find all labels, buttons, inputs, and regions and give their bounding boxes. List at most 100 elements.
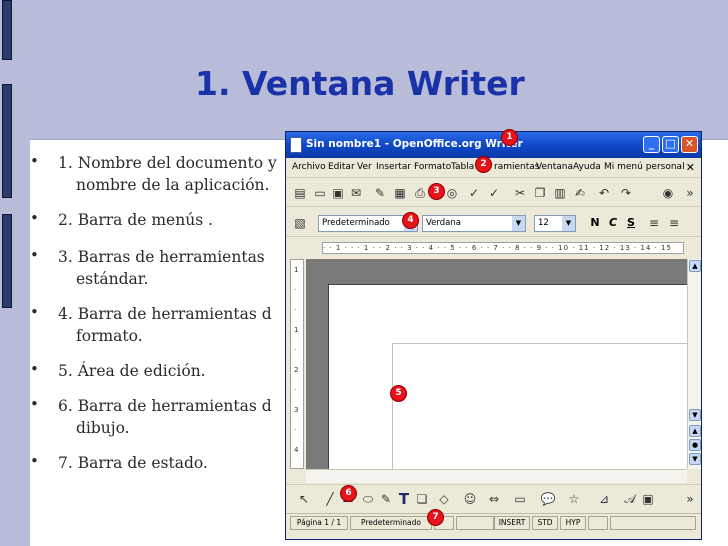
menu-herramientas[interactable]: ramientas: [494, 162, 539, 172]
marker-4: 4: [402, 212, 419, 229]
autospell-icon[interactable]: ✓: [486, 185, 502, 201]
menu-mi-menu-personal[interactable]: Mi menú personal: [604, 162, 685, 172]
scroll-down-icon[interactable]: ▼: [689, 409, 701, 421]
toolbar-options-icon[interactable]: »: [682, 185, 698, 201]
select-arrow-icon[interactable]: ↖: [296, 491, 312, 507]
bullet-dot: •: [30, 303, 39, 321]
freeform-icon[interactable]: ✎: [378, 491, 394, 507]
symbol-shapes-icon[interactable]: ☺: [462, 491, 478, 507]
align-left-icon[interactable]: ≡: [646, 215, 662, 231]
menu-editar[interactable]: Editar: [328, 162, 355, 172]
font-size-select[interactable]: 12 ▼: [534, 215, 576, 232]
print-icon[interactable]: ⎙: [412, 185, 428, 201]
bullet-text-cont: formato.: [76, 327, 143, 345]
spellcheck-icon[interactable]: ✓: [466, 185, 482, 201]
next-page-icon[interactable]: ▼: [689, 453, 701, 465]
status-hyperlink-mode[interactable]: HYP: [560, 516, 586, 530]
document-icon: [290, 137, 302, 153]
status-page[interactable]: Página 1 / 1: [290, 516, 348, 530]
callouts-icon[interactable]: 💬: [540, 491, 556, 507]
status-insert-mode[interactable]: INSERT: [494, 516, 530, 530]
status-empty: [456, 516, 494, 530]
ruler-mark: 4: [294, 446, 299, 454]
undo-icon[interactable]: ↶: [596, 185, 612, 201]
vertical-ruler[interactable]: 1 · · 1 · 2 · 3 · 4: [290, 259, 304, 469]
paragraph-style-value: Predeterminado: [322, 218, 390, 228]
callout-icon[interactable]: ❏: [414, 491, 430, 507]
toolbar-options-icon[interactable]: »: [682, 491, 698, 507]
clone-format-icon[interactable]: ✍: [572, 185, 588, 201]
writer-window: Sin nombre1 - OpenOffice.org Writer _ □ …: [285, 131, 702, 540]
ruler-mark: 2: [294, 366, 299, 374]
menu-archivo[interactable]: Archivo: [292, 162, 326, 172]
decor-bar: [2, 84, 12, 198]
preview-icon[interactable]: ◎: [444, 185, 460, 201]
bullet-text: 5. Área de edición.: [58, 362, 206, 380]
underline-button[interactable]: S: [624, 215, 638, 231]
horizontal-ruler[interactable]: · · 1 · · · 1 · · 2 · · 3 · · 4 · · 5 · …: [322, 242, 684, 254]
menu-ventana[interactable]: Ventana: [536, 162, 573, 172]
ruler-row: · · 1 · · · 1 · · 2 · · 3 · · 4 · · 5 · …: [286, 239, 701, 257]
menu-tabla[interactable]: Tabla: [451, 162, 474, 172]
previous-page-icon[interactable]: ▲: [689, 425, 701, 437]
marker-2: 2: [475, 156, 492, 173]
stylist-icon[interactable]: ▧: [292, 215, 308, 231]
points-icon[interactable]: ⊿: [596, 491, 612, 507]
copy-icon[interactable]: ❐: [532, 185, 548, 201]
navigator-icon[interactable]: ◉: [660, 185, 676, 201]
stars-icon[interactable]: ☆: [566, 491, 582, 507]
paste-icon[interactable]: ▥: [552, 185, 568, 201]
menu-ayuda[interactable]: Ayuda: [573, 162, 601, 172]
menu-ver[interactable]: Ver: [357, 162, 372, 172]
font-name-value: Verdana: [426, 218, 461, 228]
new-document-icon[interactable]: ▤: [292, 185, 308, 201]
document-page[interactable]: [328, 284, 687, 469]
bullet-dot: •: [30, 209, 39, 227]
cut-icon[interactable]: ✂: [512, 185, 528, 201]
text-tool-icon[interactable]: T: [396, 491, 412, 507]
basic-shapes-icon[interactable]: ◇: [436, 491, 452, 507]
line-icon[interactable]: ╱: [322, 491, 338, 507]
status-selection-mode[interactable]: STD: [532, 516, 558, 530]
edit-file-icon[interactable]: ✎: [372, 185, 388, 201]
bullet-text: 3. Barras de herramientas: [58, 248, 265, 266]
horizontal-scrollbar[interactable]: [306, 469, 687, 483]
marker-6: 6: [340, 485, 357, 502]
ruler-mark: 3: [294, 406, 299, 414]
scroll-up-icon[interactable]: ▲: [689, 260, 701, 272]
email-icon[interactable]: ✉: [348, 185, 364, 201]
minimize-button[interactable]: _: [643, 136, 660, 153]
close-button[interactable]: ✕: [681, 136, 698, 153]
status-modified: [588, 516, 608, 530]
from-file-icon[interactable]: ▣: [640, 491, 656, 507]
title-bar[interactable]: Sin nombre1 - OpenOffice.org Writer _ □ …: [286, 132, 701, 158]
chevron-down-icon[interactable]: ▼: [562, 216, 575, 231]
export-pdf-icon[interactable]: ▦: [392, 185, 408, 201]
editing-area[interactable]: [306, 259, 687, 469]
document-close-icon[interactable]: ✕: [686, 161, 695, 174]
font-name-select[interactable]: Verdana ▼: [422, 215, 526, 232]
maximize-button[interactable]: □: [662, 136, 679, 153]
decor-bar: [2, 214, 12, 308]
vertical-scrollbar[interactable]: ▲ ▼ ▲ ● ▼: [687, 259, 701, 469]
save-icon[interactable]: ▣: [330, 185, 346, 201]
redo-icon[interactable]: ↷: [618, 185, 634, 201]
block-arrows-icon[interactable]: ⇔: [486, 491, 502, 507]
bullet-text-cont: estándar.: [76, 270, 149, 288]
bullet-text: 7. Barra de estado.: [58, 454, 208, 472]
bullet-dot: •: [30, 360, 39, 378]
navigation-icon[interactable]: ●: [689, 439, 701, 451]
chevron-down-icon[interactable]: ▼: [512, 216, 525, 231]
menu-formato[interactable]: Formato: [414, 162, 451, 172]
ruler-mark: 1: [294, 266, 299, 274]
status-page-style[interactable]: Predeterminado: [350, 516, 432, 530]
align-center-icon[interactable]: ≡: [666, 215, 682, 231]
ellipse-icon[interactable]: ⬭: [360, 491, 376, 507]
bold-button[interactable]: N: [588, 215, 602, 231]
italic-button[interactable]: C: [606, 215, 620, 231]
bullet-text: 4. Barra de herramientas d: [58, 305, 272, 323]
open-icon[interactable]: ▭: [312, 185, 328, 201]
fontwork-icon[interactable]: 𝒜: [622, 491, 638, 507]
flowchart-icon[interactable]: ▭: [512, 491, 528, 507]
menu-insertar[interactable]: Insertar: [376, 162, 411, 172]
